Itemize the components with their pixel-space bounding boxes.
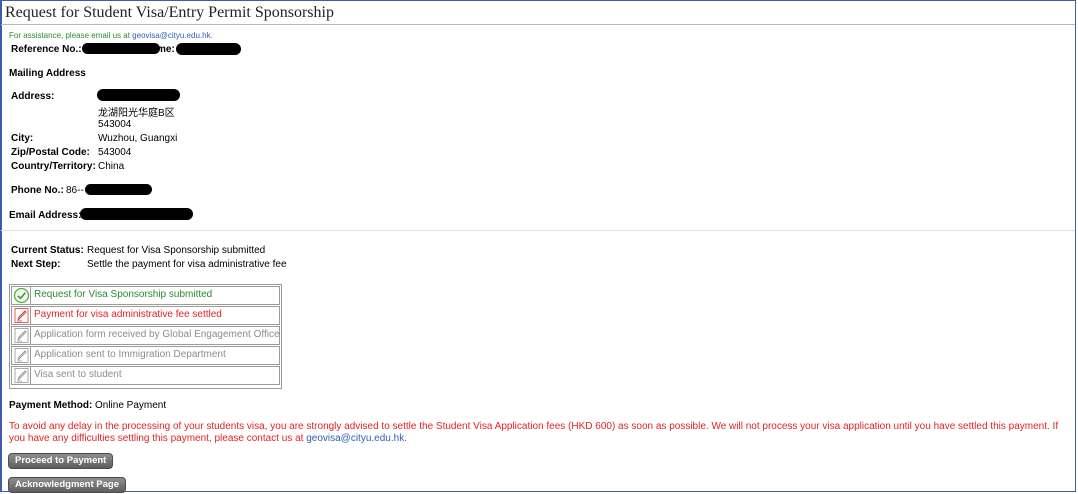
phone-prefix: 86-- [66, 185, 84, 196]
redacted-reference [82, 43, 160, 54]
page-title: Request for Student Visa/Entry Permit Sp… [5, 4, 334, 21]
phone-label: Phone No.: [11, 185, 64, 196]
mailing-address-heading: Mailing Address [9, 68, 86, 79]
address-label: Address: [11, 91, 55, 102]
check-circle-icon [13, 287, 31, 304]
address-line3: 543004 [98, 119, 132, 130]
proceed-to-payment-button[interactable]: Proceed to Payment [8, 453, 114, 469]
step-label: Request for Visa Sponsorship submitted [34, 289, 213, 300]
redacted-name [176, 43, 241, 55]
pencil-edit-icon-gray [13, 347, 31, 364]
payment-method-value: Online Payment [95, 400, 167, 411]
warning-suffix: . [404, 433, 407, 444]
step-label: Visa sent to student [34, 369, 122, 380]
step-request-submitted: Request for Visa Sponsorship submitted [11, 286, 280, 305]
assistance-note: For assistance, please email us at geovi… [9, 31, 213, 40]
assistance-text: For assistance, please email us at [9, 31, 133, 40]
city-label: City: [11, 133, 34, 144]
country-label: Country/Territory: [11, 161, 96, 172]
step-sent-to-immigration: Application sent to Immigration Departme… [11, 346, 280, 365]
redacted-address-line1 [97, 89, 180, 101]
country-value: China [98, 161, 125, 172]
pencil-edit-icon-gray [13, 367, 31, 384]
warning-email-link[interactable]: geovisa@cityu.edu.hk [306, 433, 404, 444]
current-status-label: Current Status: [11, 245, 84, 256]
section-divider [1, 230, 1075, 231]
redacted-email [80, 208, 193, 220]
reference-label: Reference No.: [11, 44, 82, 55]
redacted-phone [85, 184, 152, 195]
name-label-fragment: me: [157, 44, 175, 55]
zip-value: 543004 [98, 147, 132, 158]
warning-text: To avoid any delay in the processing of … [9, 421, 1059, 444]
current-status-value: Request for Visa Sponsorship submitted [87, 245, 266, 256]
zip-label: Zip/Postal Code: [11, 147, 90, 158]
acknowledgment-page-button[interactable]: Acknowledgment Page [8, 477, 126, 493]
step-label: Application sent to Immigration Departme… [34, 349, 226, 360]
pencil-edit-icon-red [13, 307, 31, 324]
step-label: Application form received by Global Enga… [34, 329, 280, 340]
title-divider [1, 24, 1075, 25]
step-payment-settled: Payment for visa administrative fee sett… [11, 306, 280, 325]
next-step-label: Next Step: [11, 259, 61, 270]
step-label: Payment for visa administrative fee sett… [34, 309, 222, 320]
next-step-value: Settle the payment for visa administrati… [87, 259, 287, 270]
step-visa-sent: Visa sent to student [11, 366, 280, 385]
city-value: Wuzhou, Guangxi [98, 133, 178, 144]
progress-steps: Request for Visa Sponsorship submitted P… [9, 284, 282, 389]
email-label: Email Address: [9, 210, 82, 221]
assistance-suffix: . [210, 31, 213, 40]
step-application-received: Application form received by Global Enga… [11, 326, 280, 345]
payment-method-label: Payment Method: [9, 400, 93, 411]
address-line2: 龙湖阳光华庭B区 [98, 108, 175, 119]
payment-warning: To avoid any delay in the processing of … [9, 421, 1075, 445]
pencil-edit-icon-gray [13, 327, 31, 344]
assistance-email-link[interactable]: geovisa@cityu.edu.hk [132, 31, 210, 40]
